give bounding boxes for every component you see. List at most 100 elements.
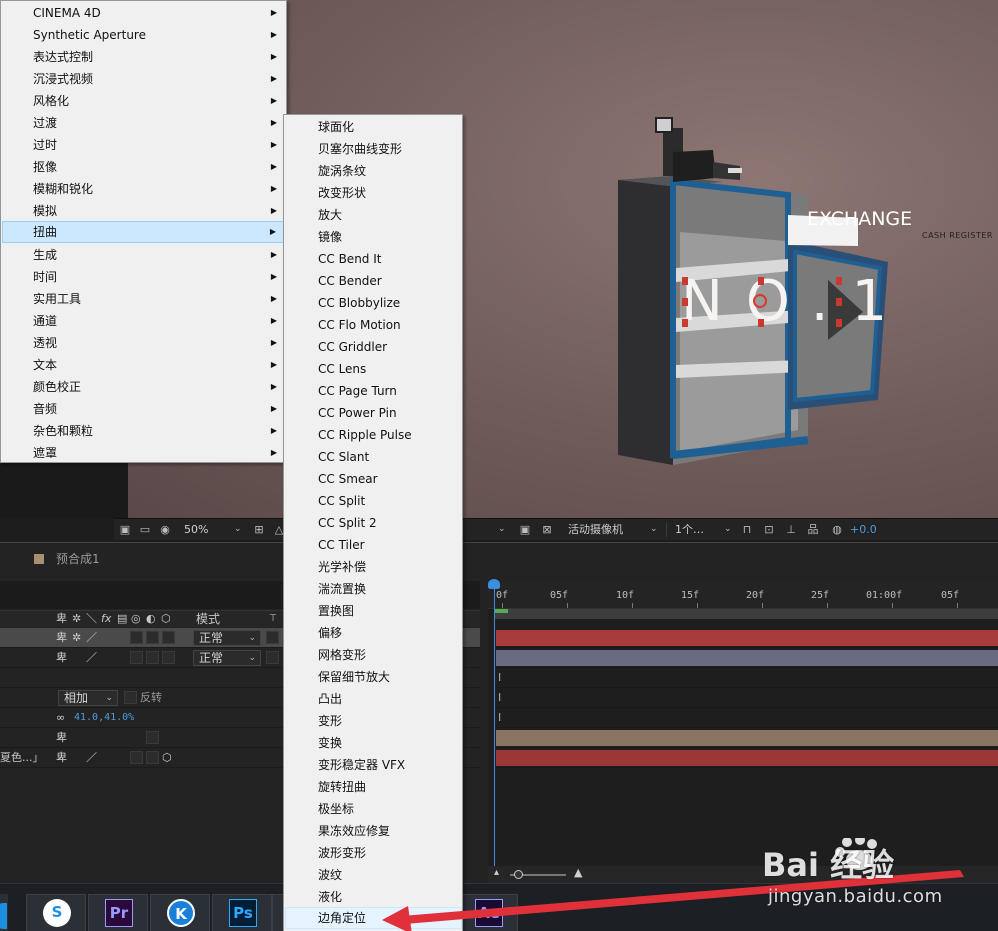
menu-item-blur-sharpen[interactable]: 模糊和锐化 ▶ xyxy=(2,178,286,200)
menu-item-text[interactable]: 文本 ▶ xyxy=(2,354,286,376)
blend-mode-dropdown[interactable]: 正常 ⌄ xyxy=(193,650,261,666)
menu-item-audio[interactable]: 音频 ▶ xyxy=(2,398,286,420)
timeline-icon[interactable]: ⊥ xyxy=(784,523,798,536)
playhead-line[interactable] xyxy=(494,580,495,880)
switch-box[interactable] xyxy=(130,751,143,764)
quality-icon[interactable]: ／ xyxy=(86,651,97,665)
transform-handle[interactable] xyxy=(836,298,842,306)
collapse-icon[interactable]: ✲ xyxy=(72,631,81,645)
layer-track[interactable] xyxy=(494,628,998,648)
switch-box[interactable] xyxy=(146,731,159,744)
menu-item-cc-smear[interactable]: CC Smear xyxy=(285,468,462,490)
views-dropdown[interactable]: 1个… xyxy=(675,522,704,537)
pixel-aspect-icon[interactable]: ⊓ xyxy=(740,523,754,536)
menu-item-cinema-4d[interactable]: CINEMA 4D ▶ xyxy=(2,2,286,24)
switch-box[interactable] xyxy=(146,651,159,664)
switch-box[interactable] xyxy=(146,751,159,764)
menu-item-optics-compensation[interactable]: 光学补偿 xyxy=(285,556,462,578)
reset-exposure-icon[interactable]: ◍ xyxy=(830,523,844,536)
menu-item-offset[interactable]: 偏移 xyxy=(285,622,462,644)
menu-item-expression-controls[interactable]: 表达式控制 ▶ xyxy=(2,46,286,68)
trackmatte-box[interactable] xyxy=(266,631,279,644)
switch-box[interactable] xyxy=(162,631,175,644)
adjustment-icon[interactable]: ◐ xyxy=(146,612,156,626)
menu-item-corner-pin[interactable]: 边角定位 xyxy=(285,907,462,929)
menu-item-twirl-streaks[interactable]: 旋涡条纹 xyxy=(285,160,462,182)
chevron-down-icon[interactable]: ⌄ xyxy=(724,522,732,537)
menu-item-obsolete[interactable]: 过时 ▶ xyxy=(2,134,286,156)
keyframe-marker-icon[interactable]: I xyxy=(498,671,501,685)
menu-item-channel[interactable]: 通道 ▶ xyxy=(2,310,286,332)
invert-checkbox[interactable] xyxy=(124,691,137,704)
mask-mode-dropdown[interactable]: 相加 ⌄ xyxy=(58,690,118,706)
keyframe-marker-icon[interactable]: I xyxy=(498,711,501,725)
exposure-value[interactable]: +0.0 xyxy=(850,522,877,537)
menu-item-reshape[interactable]: 改变形状 xyxy=(285,182,462,204)
layer-duration-bar[interactable] xyxy=(496,730,998,746)
menu-item-generate[interactable]: 生成 ▶ xyxy=(2,244,286,266)
anchor-point-icon[interactable] xyxy=(753,294,767,308)
taskbar-sogou[interactable]: S xyxy=(26,894,86,931)
flowchart-icon[interactable]: 品 xyxy=(806,523,820,536)
menu-item-detail-preserving-upscale[interactable]: 保留细节放大 xyxy=(285,666,462,688)
start-button[interactable] xyxy=(0,894,8,931)
playhead-handle[interactable] xyxy=(488,579,500,589)
shy-icon[interactable]: 卑 xyxy=(56,751,67,765)
frame-blend-icon[interactable]: ▤ xyxy=(117,612,127,626)
transform-handle[interactable] xyxy=(758,277,764,285)
shy-icon[interactable]: 卑 xyxy=(56,731,67,745)
menu-item-synthetic-aperture[interactable]: Synthetic Aperture ▶ xyxy=(2,24,286,46)
selected-text-layer[interactable]: NO.1 xyxy=(681,272,910,332)
menu-item-bulge[interactable]: 凸出 xyxy=(285,688,462,710)
switch-box[interactable] xyxy=(146,631,159,644)
menu-item-color-correction[interactable]: 颜色校正 ▶ xyxy=(2,376,286,398)
menu-item-immersive-video[interactable]: 沉浸式视频 ▶ xyxy=(2,68,286,90)
shy-icon[interactable]: 卑 xyxy=(56,612,67,626)
menu-item-stylize[interactable]: 风格化 ▶ xyxy=(2,90,286,112)
menu-item-keying[interactable]: 抠像 ▶ xyxy=(2,156,286,178)
layer-duration-bar[interactable] xyxy=(496,650,998,666)
grid-icon[interactable]: ⊞ xyxy=(252,523,266,536)
collapse-icon[interactable]: ✲ xyxy=(72,612,81,626)
menu-item-cc-lens[interactable]: CC Lens xyxy=(285,358,462,380)
shy-icon[interactable]: 卑 xyxy=(56,651,67,665)
scale-value[interactable]: 41.0,41.0% xyxy=(74,711,134,725)
menu-item-transform[interactable]: 变换 xyxy=(285,732,462,754)
menu-item-twirl[interactable]: 旋转扭曲 xyxy=(285,776,462,798)
camera-dropdown[interactable]: 活动摄像机 xyxy=(568,522,623,537)
zoom-slider-knob[interactable] xyxy=(514,870,523,879)
constrain-proportions-icon[interactable]: ∞ xyxy=(56,711,65,725)
menu-item-warp-stabilizer[interactable]: 变形稳定器 VFX xyxy=(285,754,462,776)
menu-item-magnify[interactable]: 放大 xyxy=(285,204,462,226)
menu-item-mesh-warp[interactable]: 网格变形 xyxy=(285,644,462,666)
menu-item-cc-page-turn[interactable]: CC Page Turn xyxy=(285,380,462,402)
quality-icon[interactable]: ＼ xyxy=(86,612,97,626)
chevron-down-icon[interactable]: ⌄ xyxy=(650,522,658,537)
transform-handle[interactable] xyxy=(682,277,688,285)
transform-handle[interactable] xyxy=(836,277,842,285)
menu-item-rolling-shutter-repair[interactable]: 果冻效应修复 xyxy=(285,820,462,842)
menu-item-spherize[interactable]: 球面化 xyxy=(285,116,462,138)
transform-handle[interactable] xyxy=(836,319,842,327)
menu-item-polar-coordinates[interactable]: 极坐标 xyxy=(285,798,462,820)
layer-track[interactable] xyxy=(494,728,998,748)
menu-item-noise-grain[interactable]: 杂色和颗粒 ▶ xyxy=(2,420,286,442)
layer-duration-bar[interactable] xyxy=(496,750,998,766)
menu-item-transition[interactable]: 过渡 ▶ xyxy=(2,112,286,134)
menu-item-simulation[interactable]: 模拟 ▶ xyxy=(2,200,286,222)
menu-item-wave-warp[interactable]: 波形变形 xyxy=(285,842,462,864)
zoom-in-icon[interactable]: ▲ xyxy=(574,866,582,880)
taskbar-photoshop[interactable]: Ps xyxy=(212,894,272,931)
chevron-down-icon[interactable]: ⌄ xyxy=(234,522,242,537)
motion-blur-icon[interactable]: ◎ xyxy=(131,612,141,626)
zoom-out-icon[interactable]: ▴ xyxy=(494,866,499,880)
menu-item-matte[interactable]: 遮罩 ▶ xyxy=(2,442,286,464)
menu-item-cc-tiler[interactable]: CC Tiler xyxy=(285,534,462,556)
effects-icon[interactable]: fx xyxy=(101,612,111,626)
menu-item-ripple[interactable]: 波纹 xyxy=(285,864,462,886)
fast-preview-icon[interactable]: ⊡ xyxy=(762,523,776,536)
layer-track[interactable] xyxy=(494,748,998,768)
chevron-down-icon[interactable]: ⌄ xyxy=(498,522,506,537)
menu-item-turbulent-displace[interactable]: 湍流置换 xyxy=(285,578,462,600)
menu-item-cc-bender[interactable]: CC Bender xyxy=(285,270,462,292)
